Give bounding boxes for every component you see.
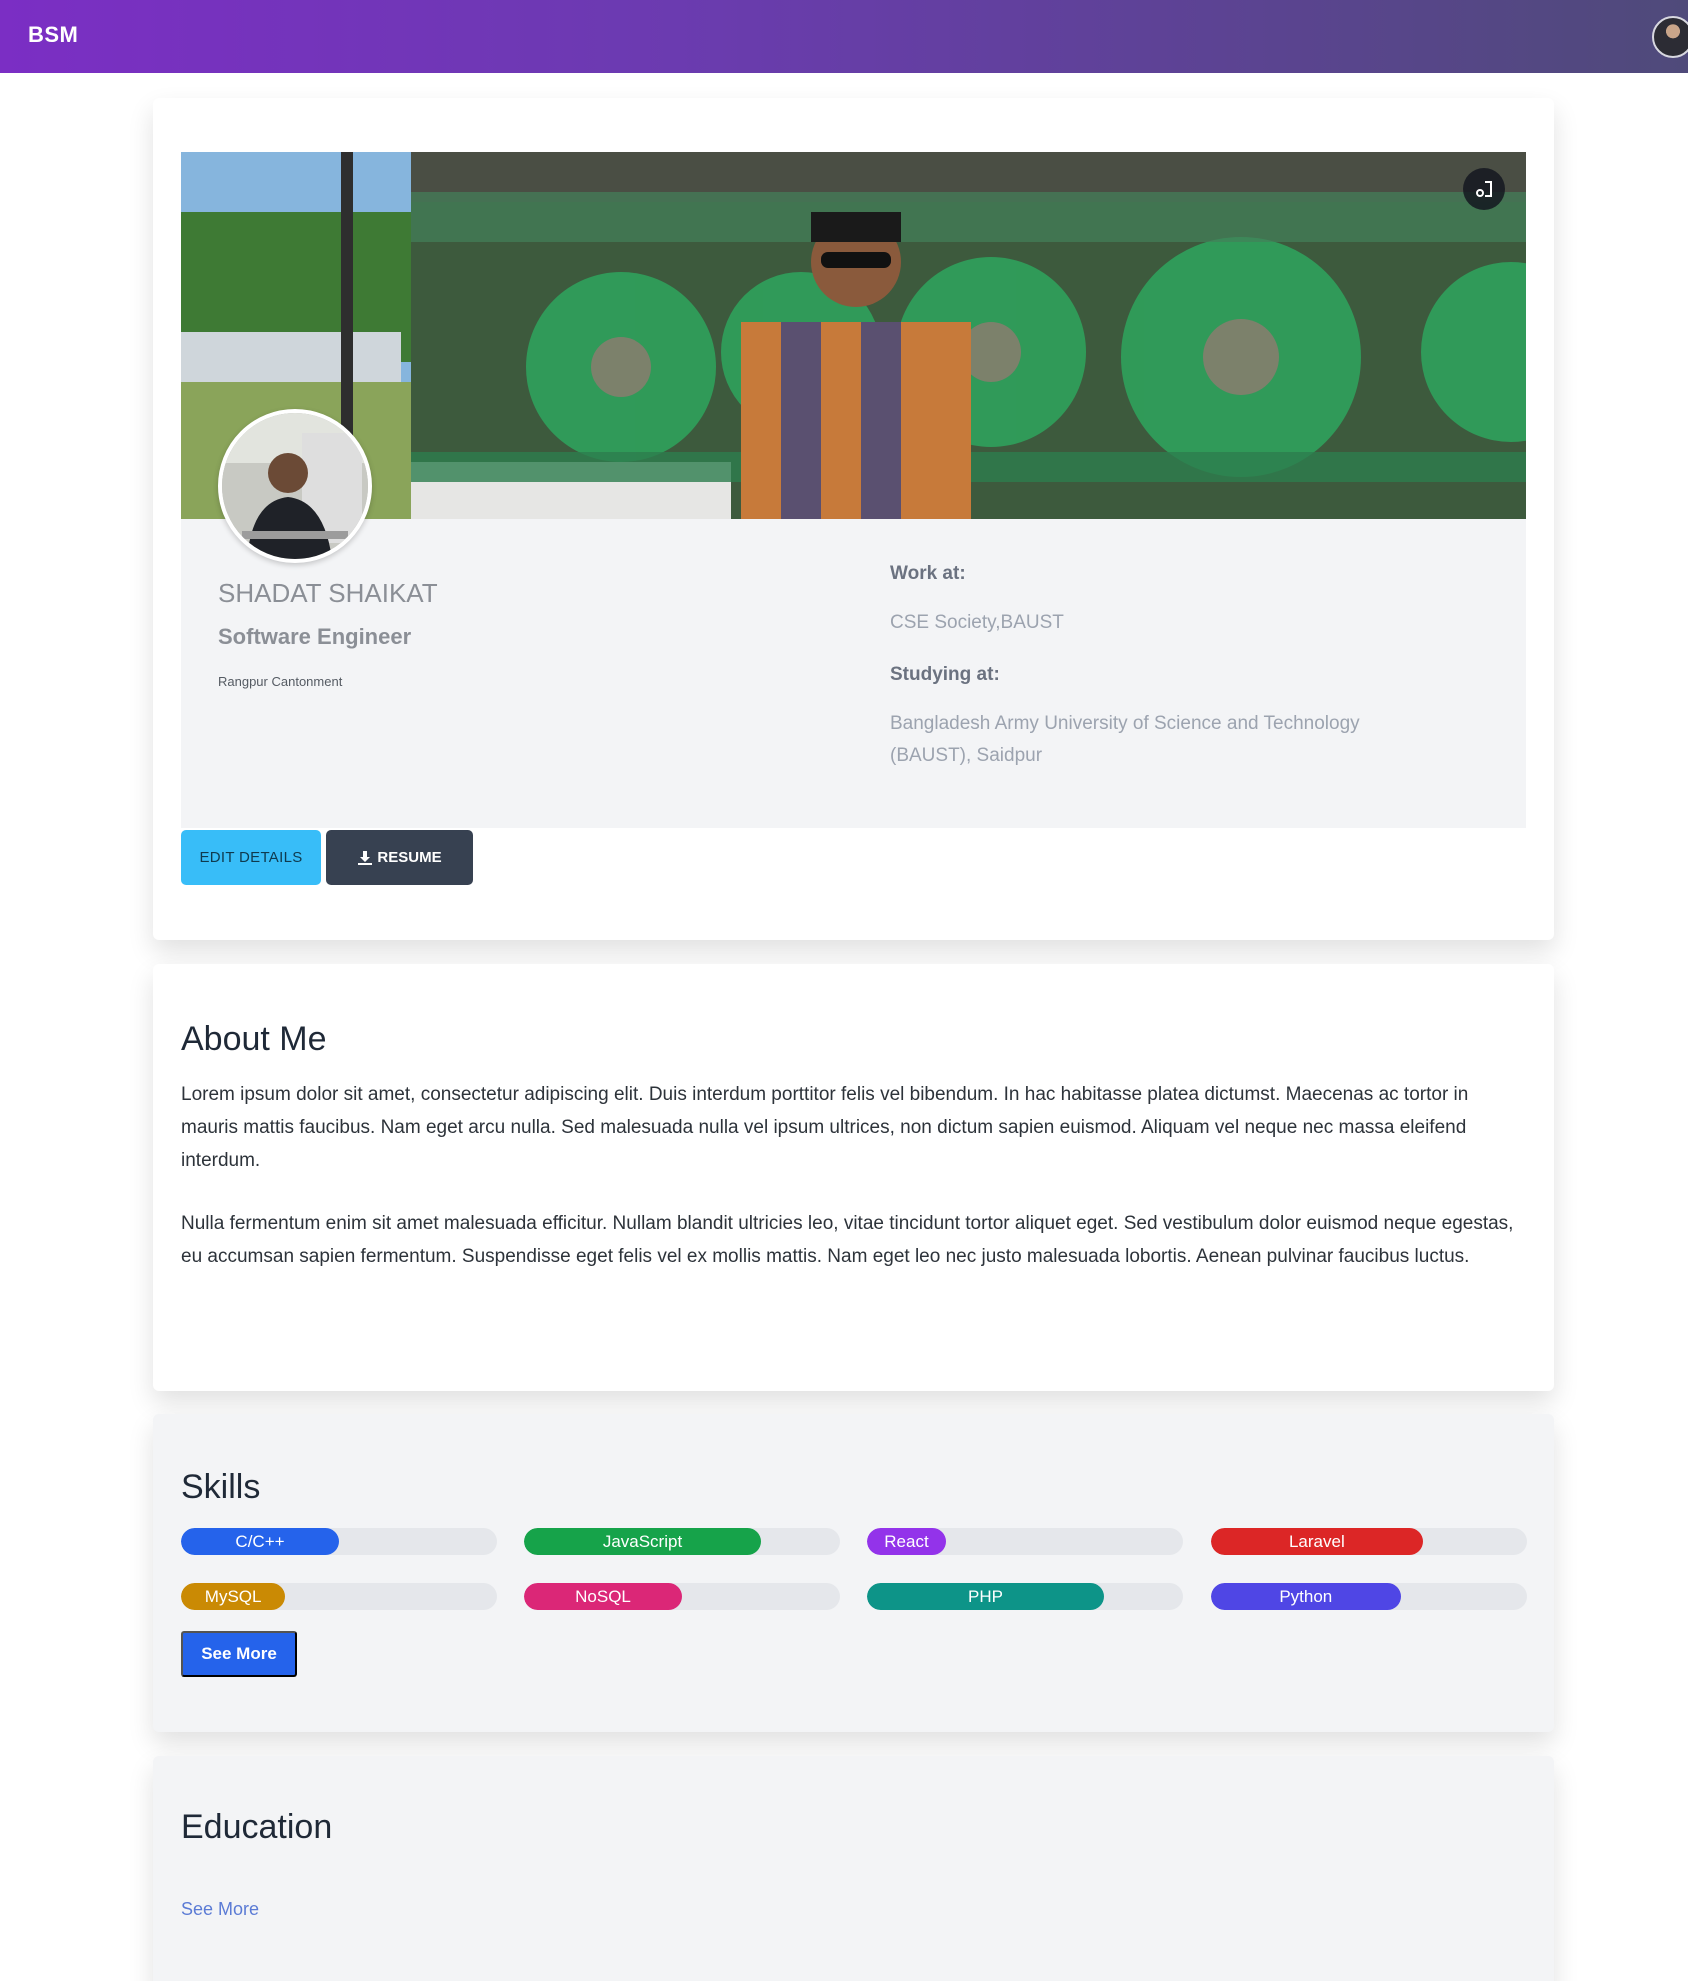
skill-bar-track: Python — [1211, 1583, 1527, 1610]
resume-button[interactable]: RESUME — [326, 830, 473, 885]
skill-bar-fill: Laravel — [1211, 1528, 1423, 1555]
education-title: Education — [181, 1808, 333, 1846]
skill-bar-fill: C/C++ — [181, 1528, 339, 1555]
edit-details-button[interactable]: EDIT DETAILS — [181, 830, 321, 885]
expand-cover-button[interactable] — [1463, 168, 1505, 210]
about-paragraph-1: Lorem ipsum dolor sit amet, consectetur … — [181, 1084, 1469, 1171]
study-value-line1: Bangladesh Army University of Science an… — [890, 713, 1360, 734]
avatar-icon — [222, 413, 368, 559]
study-value-line2: (BAUST), Saidpur — [890, 745, 1043, 766]
skill-bar-track: C/C++ — [181, 1528, 497, 1555]
profile-info-panel — [181, 519, 1526, 828]
skill-bar-track: MySQL — [181, 1583, 497, 1610]
cover-image — [181, 152, 1526, 519]
study-label: Studying at: — [890, 664, 1000, 685]
skills-title: Skills — [181, 1468, 261, 1506]
profile-role: Software Engineer — [218, 624, 412, 649]
profile-location: Rangpur Cantonment — [218, 674, 343, 689]
profile-avatar[interactable] — [218, 409, 372, 563]
skill-bar-track: React — [867, 1528, 1183, 1555]
skill-bar-fill: Python — [1211, 1583, 1401, 1610]
skill-bar-fill: NoSQL — [524, 1583, 682, 1610]
download-icon — [358, 850, 373, 865]
skill-bar-fill: MySQL — [181, 1583, 286, 1610]
cover-photo — [181, 152, 1526, 519]
expand-icon — [1476, 181, 1492, 197]
skill-bar-track: Laravel — [1211, 1528, 1527, 1555]
skill-bar-track: PHP — [867, 1583, 1183, 1610]
about-title: About Me — [181, 1020, 327, 1058]
skill-bar-track: JavaScript — [524, 1528, 840, 1555]
education-card: Education See More — [153, 1756, 1554, 1981]
work-value: CSE Society,BAUST — [890, 612, 1064, 633]
about-card: About Me Lorem ipsum dolor sit amet, con… — [153, 964, 1554, 1391]
skills-see-more-button[interactable]: See More — [181, 1631, 297, 1677]
user-avatar-icon[interactable] — [1652, 16, 1688, 58]
skills-card: Skills C/C++ JavaScript React Laravel MySQL N… — [153, 1414, 1554, 1732]
resume-button-label: RESUME — [377, 849, 442, 866]
skill-bar-fill: PHP — [867, 1583, 1104, 1610]
profile-card: SHADAT SHAIKAT Software Engineer Rangpur… — [153, 98, 1554, 940]
profile-name: SHADAT SHAIKAT — [218, 578, 438, 608]
skill-bar-fill: React — [867, 1528, 946, 1555]
work-label: Work at: — [890, 563, 966, 584]
brand-logo[interactable]: BSM — [28, 22, 78, 48]
top-navbar: BSM — [0, 0, 1688, 73]
skill-bar-fill: JavaScript — [524, 1528, 761, 1555]
education-see-more-link[interactable]: See More — [181, 1899, 259, 1920]
skill-bar-track: NoSQL — [524, 1583, 840, 1610]
about-paragraph-2: Nulla fermentum enim sit amet malesuada … — [181, 1213, 1514, 1267]
